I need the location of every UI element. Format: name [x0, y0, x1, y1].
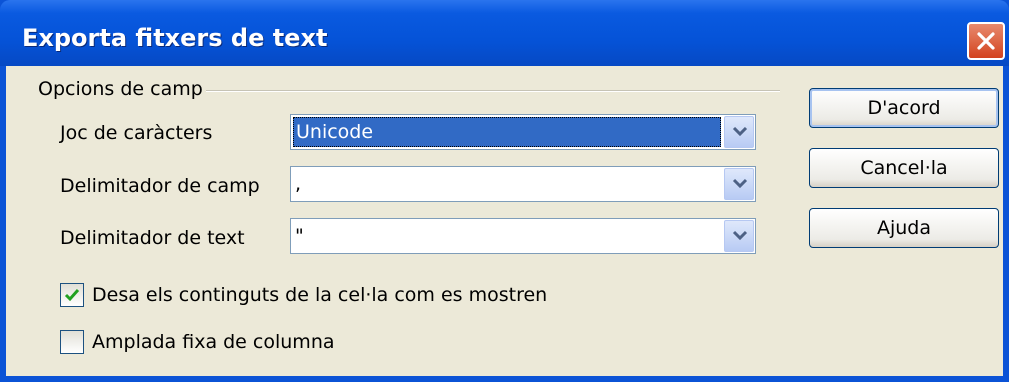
checkmark-icon	[64, 289, 80, 302]
field-delimiter-dropdown-button[interactable]	[724, 168, 754, 200]
chevron-down-icon	[732, 126, 748, 137]
fixed-width-label[interactable]: Amplada fixa de columna	[92, 331, 335, 353]
charset-dropdown-button[interactable]	[724, 116, 754, 148]
dialog-body: Opcions de camp Joc de caràcters Unicode…	[6, 66, 1003, 376]
close-icon	[977, 32, 995, 50]
group-label: Opcions de camp	[38, 78, 203, 100]
chevron-down-icon	[732, 230, 748, 241]
chevron-down-icon	[732, 178, 748, 189]
charset-label: Joc de caràcters	[60, 122, 213, 144]
save-as-shown-checkbox[interactable]	[60, 283, 84, 307]
group-divider	[206, 90, 780, 92]
dialog-title: Exporta fitxers de text	[22, 24, 328, 52]
field-delimiter-label: Delimitador de camp	[60, 175, 260, 197]
field-delimiter-value: ,	[295, 173, 302, 195]
charset-value: Unicode	[294, 121, 376, 143]
save-as-shown-label[interactable]: Desa els continguts de la cel·la com es …	[92, 284, 547, 306]
title-bar: Exporta fitxers de text	[0, 0, 1009, 66]
export-text-dialog: Exporta fitxers de text Opcions de camp …	[0, 0, 1009, 382]
ok-button[interactable]: D'acord	[809, 88, 999, 128]
field-delimiter-select[interactable]: ,	[290, 166, 756, 202]
cancel-button[interactable]: Cancel·la	[809, 148, 999, 188]
text-delimiter-select[interactable]: "	[290, 218, 756, 254]
text-delimiter-value: "	[295, 225, 304, 247]
charset-select[interactable]: Unicode	[290, 114, 756, 150]
help-button[interactable]: Ajuda	[809, 208, 999, 248]
close-button[interactable]	[967, 22, 1005, 60]
text-delimiter-dropdown-button[interactable]	[724, 220, 754, 252]
text-delimiter-label: Delimitador de text	[60, 227, 245, 249]
window-border	[0, 376, 1009, 382]
fixed-width-checkbox[interactable]	[60, 330, 84, 354]
